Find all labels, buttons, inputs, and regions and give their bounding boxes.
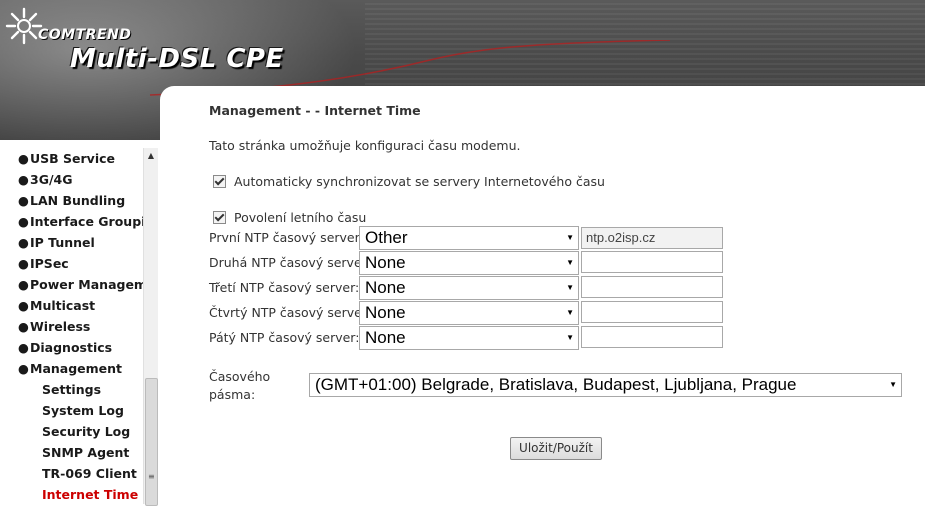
sidebar-scrollbar[interactable]: ▲ ≡ <box>143 148 158 506</box>
sidebar-subitem-internet-time[interactable]: Internet Time <box>18 484 144 505</box>
sidebar-item-label: Multicast <box>30 298 96 313</box>
bullet-icon: ● <box>18 298 29 313</box>
ntp-server-3-select[interactable]: None ▼ <box>359 276 579 300</box>
sidebar-item-ipsec[interactable]: ●IPSec <box>18 253 144 274</box>
dst-row: Povolení letního času <box>213 210 366 225</box>
sidebar-item-label: Interface Grouping <box>30 214 144 229</box>
timezone-label: Časového pásma: <box>209 368 270 404</box>
sidebar-item-diagnostics[interactable]: ●Diagnostics <box>18 337 144 358</box>
chevron-down-icon: ▼ <box>566 258 574 267</box>
sidebar-subitem-snmp-agent[interactable]: SNMP Agent <box>18 442 144 463</box>
sidebar-item-label: IPSec <box>30 256 69 271</box>
sidebar-menu: ●USB Service ●3G/4G ●LAN Bundling ●Inter… <box>18 148 144 505</box>
auto-sync-checkbox[interactable] <box>213 175 226 188</box>
chevron-down-icon: ▼ <box>566 333 574 342</box>
bullet-icon: ● <box>18 361 29 376</box>
ntp-server-1-label: První NTP časový server: <box>209 230 364 245</box>
sidebar-item-label: USB Service <box>30 151 115 166</box>
ntp-server-1-input[interactable]: ntp.o2isp.cz <box>581 227 723 249</box>
select-value: None <box>365 278 406 297</box>
timezone-label-line2: pásma: <box>209 387 256 402</box>
ntp-server-3-label: Třetí NTP časový server: <box>209 280 360 295</box>
sidebar-item-power-management[interactable]: ●Power Management <box>18 274 144 295</box>
bullet-icon: ● <box>18 214 29 229</box>
sidebar-subitem-security-log[interactable]: Security Log <box>18 421 144 442</box>
ntp-server-4-label: Čtvrtý NTP časový server: <box>209 305 371 320</box>
select-value: Other <box>365 228 408 247</box>
ntp-server-4-select[interactable]: None ▼ <box>359 301 579 325</box>
select-value: None <box>365 328 406 347</box>
bullet-icon: ● <box>18 172 29 187</box>
bullet-icon: ● <box>18 193 29 208</box>
scroll-up-icon[interactable]: ▲ <box>144 148 158 164</box>
sidebar-subitem-tr069-client[interactable]: TR-069 Client <box>18 463 144 484</box>
select-value: None <box>365 253 406 272</box>
ntp-server-5-select[interactable]: None ▼ <box>359 326 579 350</box>
sidebar: ●USB Service ●3G/4G ●LAN Bundling ●Inter… <box>0 140 158 506</box>
page-title: Management - - Internet Time <box>209 103 421 118</box>
chevron-down-icon: ▼ <box>889 380 897 389</box>
sidebar-item-ip-tunnel[interactable]: ●IP Tunnel <box>18 232 144 253</box>
chevron-down-icon: ▼ <box>566 233 574 242</box>
bullet-icon: ● <box>18 319 29 334</box>
sidebar-item-label: Diagnostics <box>30 340 113 355</box>
select-value: (GMT+01:00) Belgrade, Bratislava, Budape… <box>315 375 797 394</box>
dst-label: Povolení letního času <box>234 210 367 225</box>
sidebar-item-3g-4g[interactable]: ●3G/4G <box>18 169 144 190</box>
ntp-server-4-input[interactable] <box>581 301 723 323</box>
timezone-select[interactable]: (GMT+01:00) Belgrade, Bratislava, Budape… <box>309 373 902 397</box>
sidebar-item-label: IP Tunnel <box>30 235 95 250</box>
ntp-server-2-select[interactable]: None ▼ <box>359 251 579 275</box>
brand-name: COMTREND <box>38 27 132 43</box>
sidebar-item-management[interactable]: ●Management <box>18 358 144 379</box>
ntp-server-5-label: Pátý NTP časový server: <box>209 330 360 345</box>
auto-sync-row: Automaticky synchronizovat se servery In… <box>213 174 605 189</box>
sidebar-item-interface-grouping[interactable]: ●Interface Grouping <box>18 211 144 232</box>
chevron-down-icon: ▼ <box>566 308 574 317</box>
ntp-server-5-input[interactable] <box>581 326 723 348</box>
sidebar-item-label: 3G/4G <box>30 172 73 187</box>
ntp-server-2-label: Druhá NTP časový server: <box>209 255 371 270</box>
save-apply-button[interactable]: Uložit/Použít <box>510 437 602 460</box>
scroll-grip-icon: ≡ <box>148 472 155 481</box>
chevron-down-icon: ▼ <box>566 283 574 292</box>
select-value: None <box>365 303 406 322</box>
sidebar-item-label: LAN Bundling <box>30 193 126 208</box>
auto-sync-label: Automaticky synchronizovat se servery In… <box>234 174 605 189</box>
page-description: Tato stránka umožňuje konfiguraci času m… <box>209 138 521 153</box>
ntp-server-1-select[interactable]: Other ▼ <box>359 226 579 250</box>
bullet-icon: ● <box>18 340 29 355</box>
ntp-server-2-input[interactable] <box>581 251 723 273</box>
sidebar-item-multicast[interactable]: ●Multicast <box>18 295 144 316</box>
product-name: Multi-DSL CPE <box>70 44 284 74</box>
sidebar-subitem-settings[interactable]: Settings <box>18 379 144 400</box>
scroll-thumb[interactable]: ≡ <box>145 378 158 506</box>
sidebar-item-usb-service[interactable]: ●USB Service <box>18 148 144 169</box>
sidebar-item-label: Power Management <box>30 277 144 292</box>
sidebar-item-wireless[interactable]: ●Wireless <box>18 316 144 337</box>
bullet-icon: ● <box>18 256 29 271</box>
sidebar-item-label: Wireless <box>30 319 91 334</box>
dst-checkbox[interactable] <box>213 211 226 224</box>
bullet-icon: ● <box>18 151 29 166</box>
sidebar-subitem-system-log[interactable]: System Log <box>18 400 144 421</box>
timezone-label-line1: Časového <box>209 369 271 384</box>
sidebar-item-lan-bundling[interactable]: ●LAN Bundling <box>18 190 144 211</box>
sidebar-item-label: Management <box>30 361 123 376</box>
bullet-icon: ● <box>18 277 29 292</box>
bullet-icon: ● <box>18 235 29 250</box>
ntp-server-3-input[interactable] <box>581 276 723 298</box>
